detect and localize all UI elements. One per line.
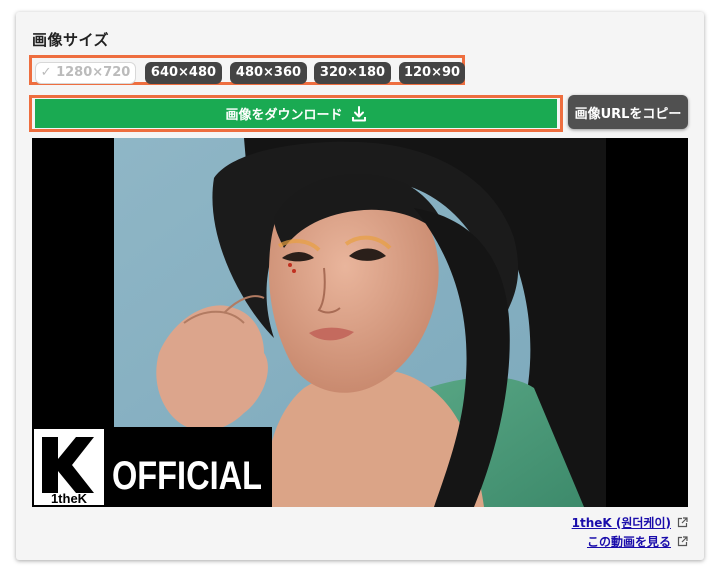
size-option-640x480[interactable]: 640×480 xyxy=(145,62,222,84)
svg-text:OFFICIAL: OFFICIAL xyxy=(112,454,262,498)
video-link-row: この動画を見る xyxy=(572,532,688,550)
video-link[interactable]: この動画を見る xyxy=(587,533,671,550)
download-icon xyxy=(351,105,366,121)
download-label: 画像をダウンロード xyxy=(225,108,343,123)
size-option-1280x720[interactable]: ✓ 1280×720 xyxy=(35,62,136,84)
copy-url-button[interactable]: 画像URLをコピー xyxy=(568,95,688,129)
size-option-480x360[interactable]: 480×360 xyxy=(230,62,307,84)
section-title: 画像サイズ xyxy=(32,31,110,49)
channel-link-row: 1theK (원더케이) xyxy=(572,513,688,531)
svg-text:1theK: 1theK xyxy=(51,491,88,506)
external-link-icon xyxy=(677,516,688,527)
size-option-320x180[interactable]: 320×180 xyxy=(314,62,391,84)
size-option-120x90[interactable]: 120×90 xyxy=(399,62,465,84)
download-button[interactable]: 画像をダウンロード xyxy=(35,99,557,128)
channel-link[interactable]: 1theK (원더케이) xyxy=(572,514,671,531)
official-logo: 1theK OFFICIAL xyxy=(32,427,272,507)
thumbnail-image: 1theK OFFICIAL xyxy=(32,138,688,507)
thumbnail-panel: 画像サイズ ✓ 1280×720 640×480 480×360 320×180… xyxy=(16,12,704,560)
source-links: 1theK (원더케이) この動画を見る xyxy=(572,513,688,551)
external-link-icon xyxy=(677,535,688,546)
